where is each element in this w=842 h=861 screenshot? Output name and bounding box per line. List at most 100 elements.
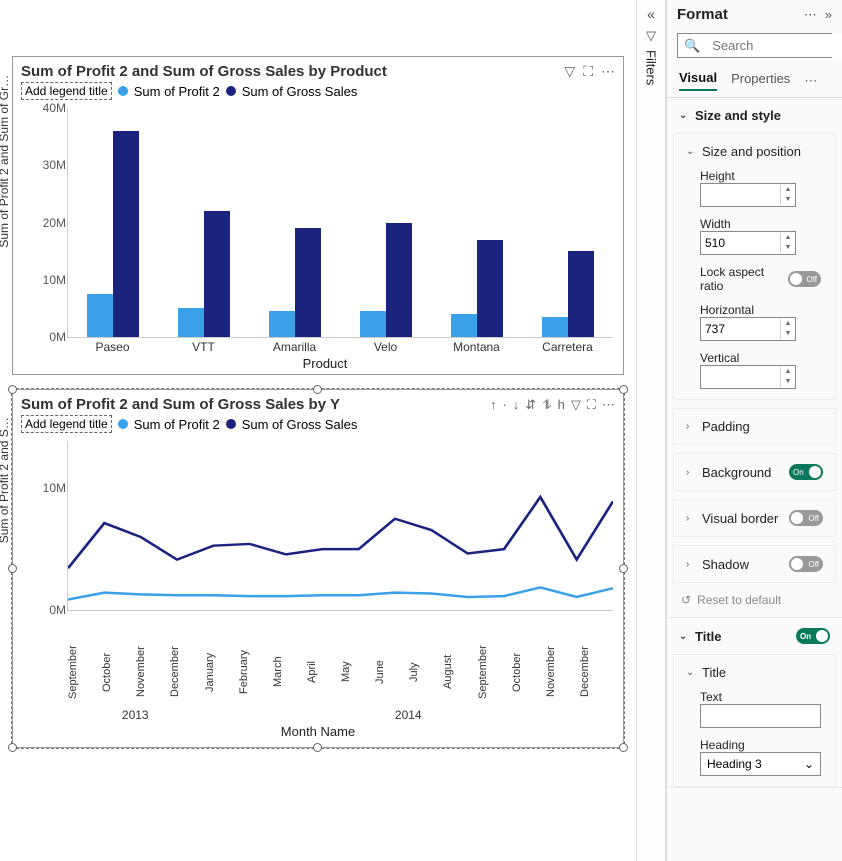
expand-down-icon[interactable]: ⇵ [525,397,536,413]
resize-handle[interactable] [313,385,322,394]
section-padding[interactable]: › Padding [673,408,836,445]
format-search[interactable]: 🔍 [677,33,832,58]
section-shadow[interactable]: ›Shadow Off [673,545,836,583]
title-text-input[interactable] [700,704,821,728]
y-tick: 0M [49,330,68,344]
format-search-input[interactable] [706,34,842,57]
filters-pane-collapsed[interactable]: « ▽ Filters [636,0,666,861]
chevron-right-icon: › [686,421,696,432]
step-down-icon[interactable]: ▼ [781,377,795,387]
step-down-icon[interactable]: ▼ [781,329,795,339]
visual-border-toggle[interactable]: Off [789,510,823,526]
tab-visual[interactable]: Visual [679,70,717,91]
bar-sum-of-gross-sales[interactable] [113,131,139,337]
resize-handle[interactable] [619,385,628,394]
step-up-icon[interactable]: ▲ [781,185,795,195]
heading-select[interactable]: Heading 3 ⌄ [700,752,821,776]
x-tick: Velo [340,338,431,354]
more-options-icon[interactable]: ⋯ [601,63,615,80]
x-tick: Amarilla [249,338,340,354]
legend-label-gross: Sum of Gross Sales [242,417,358,432]
legend-label-gross: Sum of Gross Sales [242,84,358,99]
step-down-icon[interactable]: ▼ [781,243,795,253]
tab-properties[interactable]: Properties [731,71,790,90]
x-tick: June [374,637,408,707]
report-canvas[interactable]: Sum of Profit 2 and Sum of Gross Sales b… [0,0,636,861]
shadow-toggle[interactable]: Off [789,556,823,572]
bar-sum-of-gross-sales[interactable] [568,251,594,337]
bar-sum-of-gross-sales[interactable] [386,223,412,338]
x-tick: July [408,637,442,707]
y-tick: 20M [43,216,68,230]
format-pane-title: Format [677,6,796,23]
line-y-axis-label: Sum of Profit 2 and S… [0,417,11,543]
reset-icon: ↺ [681,593,691,607]
bar-sum-of-profit-2[interactable] [542,317,568,337]
section-size-and-position[interactable]: ⌄ Size and position [674,134,835,169]
section-visual-border[interactable]: ›Visual border Off [673,499,836,537]
resize-handle[interactable] [8,743,17,752]
collapse-pane-icon[interactable]: » [825,7,832,22]
resize-handle[interactable] [313,743,322,752]
drill-down-icon[interactable]: ↓ [513,397,520,413]
more-options-icon[interactable]: ⋯ [602,397,615,413]
horizontal-input[interactable]: ▲▼ [700,317,796,341]
step-down-icon[interactable]: ▼ [781,195,795,205]
section-background[interactable]: ›Background On [673,453,836,491]
heading-label: Heading [700,738,821,752]
bar-sum-of-profit-2[interactable] [87,294,113,337]
horizontal-label: Horizontal [700,303,821,317]
resize-handle[interactable] [619,743,628,752]
x-tick: Carretera [522,338,613,354]
drillthrough-icon[interactable]: h [558,397,565,413]
expand-filters-icon[interactable]: « [637,6,665,22]
resize-handle[interactable] [8,385,17,394]
bar-plot-area: 40M 30M 20M 10M 0M [67,108,613,338]
legend-title-input[interactable]: Add legend title [21,415,112,433]
drill-up-icon[interactable]: ↑ [490,397,497,413]
bar-sum-of-profit-2[interactable] [178,308,204,337]
filter-icon[interactable]: ▽ [564,63,575,80]
section-title-sub[interactable]: ⌄ Title [674,655,835,690]
bar-sum-of-gross-sales[interactable] [204,211,230,337]
focus-mode-icon[interactable]: ⛶ [587,397,596,413]
drill-hierarchy-icon[interactable]: ⥮ [542,397,551,413]
section-title[interactable]: ⌄Title On [667,618,842,654]
section-size-and-style[interactable]: ⌄ Size and style [667,98,842,133]
drill-dot-icon[interactable]: · [502,397,506,413]
vertical-input[interactable]: ▲▼ [700,365,796,389]
bar-sum-of-gross-sales[interactable] [295,228,321,337]
bar-sum-of-profit-2[interactable] [269,311,295,337]
title-toggle[interactable]: On [796,628,830,644]
bar-sum-of-profit-2[interactable] [451,314,477,337]
format-pane: Format ⋯ » 🔍 Visual Properties ⋯ ⌄ Size … [666,0,842,861]
more-options-icon[interactable]: ⋯ [804,7,817,23]
focus-mode-icon[interactable]: ⛶ [583,63,593,80]
x-tick: November [545,637,579,707]
bar-sum-of-gross-sales[interactable] [477,240,503,337]
lock-aspect-toggle[interactable]: Off [788,271,821,287]
legend-title-input[interactable]: Add legend title [21,82,112,100]
width-input[interactable]: ▲▼ [700,231,796,255]
width-label: Width [700,217,821,231]
background-toggle[interactable]: On [789,464,823,480]
y-tick: 40M [43,101,68,115]
step-up-icon[interactable]: ▲ [781,233,795,243]
bar-sum-of-profit-2[interactable] [360,311,386,337]
line-sum-of-profit-2[interactable] [68,587,613,599]
title-text-label: Text [700,690,821,704]
step-up-icon[interactable]: ▲ [781,367,795,377]
funnel-icon: ▽ [637,28,665,44]
line-chart-visual[interactable]: Sum of Profit 2 and Sum of Gross Sales b… [12,389,624,748]
x-tick: Paseo [67,338,158,354]
step-up-icon[interactable]: ▲ [781,319,795,329]
more-tabs-icon[interactable]: ⋯ [804,73,817,89]
height-input[interactable]: ▲▼ [700,183,796,207]
bar-chart-visual[interactable]: Sum of Profit 2 and Sum of Gross Sales b… [12,56,624,375]
legend-dot-gross [226,419,236,429]
reset-to-default[interactable]: ↺ Reset to default [667,583,842,617]
bar-y-axis-label: Sum of Profit 2 and Sum of Gr… [0,75,11,248]
line-sum-of-gross-sales[interactable] [68,497,613,568]
filter-icon[interactable]: ▽ [571,397,581,413]
y-tick: 10M [43,273,68,287]
